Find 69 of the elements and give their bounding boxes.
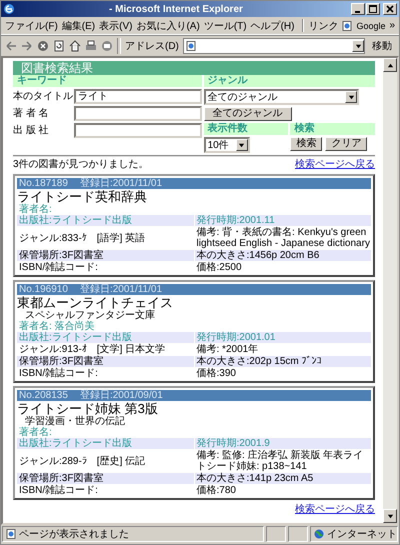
menu-item[interactable]: 表示(V) xyxy=(99,18,132,32)
table-cell-text: 価格:390 xyxy=(196,368,237,379)
book-number: No.208135 xyxy=(19,390,68,401)
table-cell-text: ISBN/雑誌コード: xyxy=(18,368,99,379)
menu-item[interactable]: 編集(E) xyxy=(62,18,96,32)
back-link[interactable]: 検索ページへ戻る xyxy=(295,503,375,516)
table-cell: 発行時期:2001.11 xyxy=(194,215,371,226)
count-select[interactable]: 10件 xyxy=(204,137,250,153)
table-cell: 本の大きさ:1456p 20cm B6 xyxy=(194,250,371,261)
book-title: ライトシード姉妹 第3版 xyxy=(17,401,159,416)
registration-date: 登録日:2001/09/01 xyxy=(80,390,163,401)
input-field[interactable]: ライト xyxy=(74,89,202,104)
search-button[interactable]: 検索 xyxy=(290,137,322,151)
table-cell: 保管場所:3F図書室 xyxy=(17,473,194,484)
book-number: No.196910 xyxy=(19,284,68,295)
result-count: 3件の図書が見つかりました。 xyxy=(13,158,149,171)
field-label: 著 者 名 xyxy=(13,107,50,120)
table-cell-text: ジャンル:833-ｹ [語学] 英語 xyxy=(18,232,146,246)
genre-select[interactable]: 全てのジャンル xyxy=(204,89,359,105)
field-label: 出 版 社 xyxy=(13,124,50,137)
all-genres-button[interactable]: 全てのジャンル xyxy=(204,107,292,121)
section-header: 表示件数 xyxy=(204,123,288,135)
table-cell-text: ジャンル:289-ﾗ [歴史] 伝記 xyxy=(18,454,146,468)
table-cell: 発行時期:2001.01 xyxy=(194,332,371,343)
table-cell-text: 備考: *2001年 xyxy=(196,344,260,355)
author-text: 著者名: xyxy=(18,204,53,215)
links-label[interactable]: リンク xyxy=(308,18,338,32)
table-cell: 本の大きさ:141p 23cm A5 xyxy=(194,473,371,484)
book-title: ライトシード英和辞典 xyxy=(17,189,148,204)
table-cell-text: ISBN/雑誌コード: xyxy=(18,262,99,273)
table-cell: 出版社:ライトシード出版 xyxy=(17,215,194,226)
book-number: No.187189 xyxy=(19,178,68,189)
author-text: 著者名: xyxy=(18,427,53,438)
table-cell: 発行時期:2001.9 xyxy=(194,438,371,449)
section-header: ジャンル xyxy=(204,75,375,87)
address-label: アドレス(D) xyxy=(125,40,179,53)
clear-button[interactable]: クリア xyxy=(325,137,368,151)
status-text: ページが表示されました xyxy=(19,528,129,541)
window-title: - Microsoft Internet Explorer xyxy=(108,4,244,14)
menu-item[interactable]: ヘルプ(H) xyxy=(250,18,294,32)
author-text: 著者名: 落合尚美 xyxy=(18,321,96,332)
table-cell: 出版社:ライトシード出版 xyxy=(17,438,194,449)
menu-item[interactable]: お気に入り(A) xyxy=(136,18,200,32)
table-cell-text: 価格:2500 xyxy=(196,262,243,273)
page-heading: 図書検索結果 xyxy=(13,61,375,75)
go-button[interactable]: 移動 xyxy=(369,39,395,53)
more-links-button[interactable]: » xyxy=(390,20,396,31)
table-cell-text: 備考: 監修: 庄治孝弘 新装版 年表ライトシード姉妹: p138~141 xyxy=(196,450,364,472)
table-cell-text: ジャンル:913-ｵ [文学] 日本文学 xyxy=(18,344,166,355)
menu-item[interactable]: ファイル(F) xyxy=(5,18,58,32)
table-cell: 保管場所:3F図書室 xyxy=(17,250,194,261)
section-header: 検索 xyxy=(290,123,376,135)
section-header: キーワード xyxy=(13,75,202,87)
back-link[interactable]: 検索ページへ戻る xyxy=(295,158,375,171)
book-series: スペシャルファンタジー文庫 xyxy=(25,310,156,321)
table-cell-text: 備考: 背・表紙の書名: Kenkyu's green lightseed English - Japanese dictionary xyxy=(196,227,371,249)
table-cell: 出版社:ライトシード出版 xyxy=(17,332,194,343)
registration-date: 登録日:2001/11/01 xyxy=(80,284,162,295)
registration-date: 登録日:2001/11/01 xyxy=(80,178,162,189)
zone-text: インターネット xyxy=(327,528,397,541)
book-series: 学習漫画・世界の伝記 xyxy=(25,416,126,427)
table-cell-text: 価格:780 xyxy=(196,485,237,496)
table-cell-text: ISBN/雑誌コード: xyxy=(18,485,99,496)
menu-item[interactable]: ツール(T) xyxy=(204,18,247,32)
table-cell: 本の大きさ:202p 15cm ﾌﾞﾝｺ xyxy=(194,356,371,367)
book-title: 東都ムーンライトチェイス xyxy=(17,295,174,310)
field-label: 本のタイトル xyxy=(13,90,73,103)
google-link[interactable]: Google xyxy=(356,20,386,30)
table-cell: 保管場所:3F図書室 xyxy=(17,356,194,367)
